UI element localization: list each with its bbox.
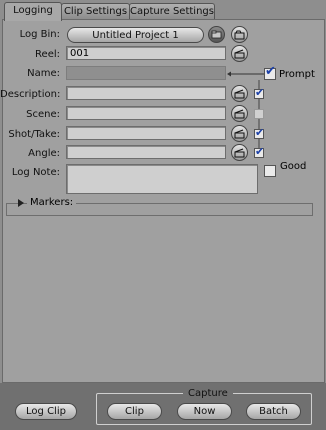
slate-icon — [234, 109, 245, 119]
angle-field[interactable] — [66, 145, 226, 159]
angle-label: Angle: — [28, 148, 60, 159]
log-clip-button[interactable]: Log Clip — [15, 403, 77, 420]
slate-icon — [234, 148, 245, 158]
good-checkbox[interactable] — [264, 165, 276, 177]
folder-up-icon — [211, 30, 222, 39]
reel-slate-button[interactable] — [231, 45, 248, 62]
slate-icon — [234, 89, 245, 99]
description-slate-button[interactable] — [231, 85, 248, 102]
prompt-checkbox[interactable] — [264, 64, 276, 80]
shot-take-slate-button[interactable] — [231, 125, 248, 142]
good-label: Good — [280, 161, 307, 172]
log-note-label: Log Note: — [11, 167, 60, 178]
scene-field[interactable] — [66, 106, 226, 120]
name-field — [66, 66, 226, 80]
name-label: Name: — [27, 68, 60, 79]
angle-slate-button[interactable] — [231, 144, 248, 161]
scene-checkbox[interactable] — [254, 109, 264, 119]
log-bin-up-button[interactable] — [208, 26, 225, 43]
shot-take-field[interactable] — [66, 126, 226, 140]
capture-batch-button[interactable]: Batch — [246, 403, 301, 420]
capture-clip-button[interactable]: Clip — [107, 403, 162, 420]
tab-clip-settings[interactable]: Clip Settings — [61, 3, 130, 20]
description-label: Description: — [0, 89, 61, 100]
angle-checkbox[interactable] — [254, 145, 264, 158]
capture-title: Capture — [183, 388, 233, 399]
shot-take-checkbox[interactable] — [254, 126, 264, 139]
markers-label: Markers: — [27, 197, 77, 208]
capture-now-button[interactable]: Now — [177, 403, 232, 420]
new-folder-icon — [234, 30, 245, 40]
reel-field[interactable]: 001 — [66, 46, 226, 60]
shot-take-label: Shot/Take: — [8, 129, 60, 140]
slate-icon — [234, 49, 245, 59]
description-checkbox[interactable] — [254, 86, 264, 99]
new-bin-button[interactable] — [231, 26, 248, 43]
log-note-field[interactable] — [66, 164, 258, 194]
tab-capture-settings[interactable]: Capture Settings — [129, 3, 215, 20]
scene-slate-button[interactable] — [231, 105, 248, 122]
reel-label: Reel: — [35, 49, 60, 60]
prompt-label: Prompt — [279, 69, 315, 80]
log-bin-button[interactable]: Untitled Project 1 — [67, 27, 204, 43]
scene-label: Scene: — [26, 109, 60, 120]
slate-icon — [234, 129, 245, 139]
markers-disclosure-icon[interactable] — [17, 198, 25, 208]
description-field[interactable] — [66, 86, 226, 100]
log-bin-label: Log Bin: — [19, 29, 60, 40]
tab-logging[interactable]: Logging — [4, 2, 62, 21]
